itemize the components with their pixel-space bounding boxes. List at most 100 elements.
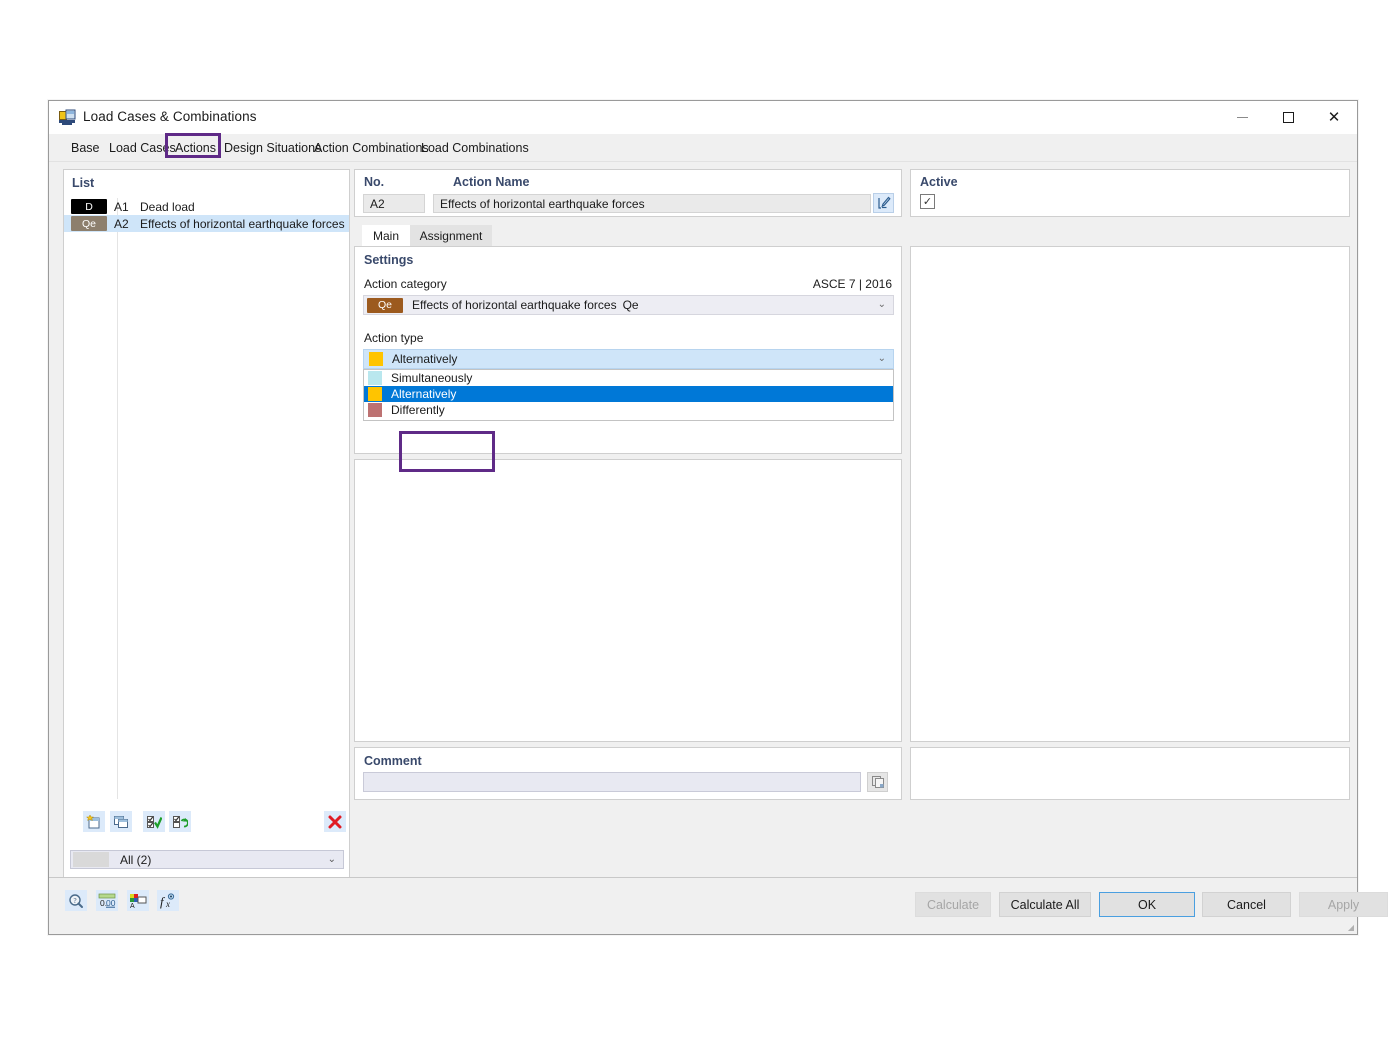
svg-text:?: ?: [73, 897, 76, 905]
copy-icon: [871, 776, 884, 788]
filter-swatch: [73, 852, 109, 867]
window-title: Load Cases & Combinations: [83, 109, 257, 124]
action-badge: Qe: [71, 216, 107, 231]
action-name-label: Action Name: [453, 175, 530, 189]
new-action-button[interactable]: [83, 811, 105, 832]
svg-text:00: 00: [106, 898, 116, 908]
action-label: Dead load: [140, 199, 195, 214]
action-badge: D: [71, 199, 107, 214]
list-header-label: List: [72, 176, 95, 190]
action-type-dropdown[interactable]: Alternatively ⌄: [363, 349, 894, 369]
action-type-options-list: Simultaneously Alternatively Differently: [363, 369, 894, 421]
no-field[interactable]: A2: [363, 194, 425, 213]
option-swatch: [368, 371, 382, 385]
settings-title: Settings: [364, 253, 414, 267]
right-empty-pane: [910, 246, 1350, 742]
red-x-icon: [328, 815, 342, 828]
action-label: Effects of horizontal earthquake forces: [140, 216, 345, 231]
load-cases-icon: [59, 109, 76, 125]
svg-text:A: A: [130, 903, 135, 909]
svg-text:x: x: [165, 899, 170, 909]
action-type-value: Alternatively: [392, 352, 458, 366]
filter-label: All (2): [120, 852, 152, 867]
select-all-button[interactable]: [143, 811, 165, 832]
dropdown-option-alternatively[interactable]: Alternatively: [364, 386, 893, 402]
duplicate-action-button[interactable]: [110, 811, 132, 832]
chevron-down-icon: ⌄: [877, 299, 886, 310]
option-swatch: [368, 403, 382, 417]
delete-action-button[interactable]: [324, 811, 346, 832]
active-checkbox[interactable]: ✓: [920, 194, 935, 209]
detail-area: No. Action Name A2 Effects of horizontal…: [354, 169, 1350, 878]
apply-button[interactable]: Apply: [1299, 892, 1388, 917]
cancel-button[interactable]: Cancel: [1202, 892, 1291, 917]
check-all-icon: [147, 815, 162, 829]
edit-action-name-button[interactable]: [873, 193, 894, 213]
identity-header-box: No. Action Name A2 Effects of horizontal…: [354, 169, 902, 217]
calculate-all-button[interactable]: Calculate All: [999, 892, 1091, 917]
category-badge: Qe: [367, 297, 403, 313]
category-suffix: Qe: [622, 298, 639, 312]
checkmark-icon: ✓: [922, 196, 933, 208]
actions-list: D A1 Dead load Qe A2 Effects of horizont…: [64, 198, 349, 232]
action-type-label: Action type: [364, 331, 424, 345]
actions-list-panel: List D A1 Dead load Qe A2 Effects of hor…: [63, 169, 350, 878]
decimal-places-icon: 0. 00: [98, 893, 116, 908]
detail-empty-pane: [354, 459, 902, 742]
comment-box: Comment: [354, 747, 902, 800]
maximize-button[interactable]: [1265, 101, 1311, 134]
comment-title: Comment: [364, 754, 422, 768]
magnifier-icon: ?: [69, 893, 83, 908]
action-category-label: Action category: [364, 277, 447, 291]
list-filter-dropdown[interactable]: All (2) ⌄: [70, 850, 344, 869]
list-divider-1: [117, 198, 118, 799]
action-name-input[interactable]: Effects of horizontal earthquake forces: [433, 194, 871, 213]
edit-pencil-icon: [877, 196, 891, 209]
category-text: Effects of horizontal earthquake forces: [412, 298, 617, 312]
dropdown-option-simultaneously[interactable]: Simultaneously: [364, 370, 893, 386]
dialog-body: List D A1 Dead load Qe A2 Effects of hor…: [49, 162, 1388, 934]
table-row[interactable]: D A1 Dead load: [64, 198, 349, 215]
ok-button[interactable]: OK: [1099, 892, 1195, 917]
option-label: Simultaneously: [391, 371, 473, 385]
color-legend-icon: A: [130, 893, 147, 909]
active-label: Active: [920, 175, 958, 189]
resize-grip[interactable]: ◢: [1348, 923, 1354, 932]
option-label: Differently: [391, 403, 445, 417]
calculate-button[interactable]: Calculate: [915, 892, 991, 917]
load-cases-combinations-dialog: Load Cases & Combinations ✕ Base Load Ca…: [48, 100, 1388, 935]
option-label: Alternatively: [391, 387, 457, 401]
copy-window-icon: [114, 815, 128, 828]
standard-label: ASCE 7 | 2016: [812, 277, 892, 291]
comment-input[interactable]: [363, 772, 861, 792]
invert-selection-button[interactable]: [169, 811, 191, 832]
tab-load-combinations[interactable]: Load Combinations: [413, 134, 537, 162]
units-button[interactable]: 0. 00: [96, 890, 118, 911]
no-label: No.: [364, 175, 385, 189]
dialog-bottom-bar: ? 0. 00 A f x Calculate Calculate All OK…: [49, 877, 1388, 934]
invert-selection-icon: [173, 815, 188, 828]
minimize-button[interactable]: [1219, 101, 1265, 134]
graphic-button[interactable]: A: [127, 890, 149, 911]
table-row[interactable]: Qe A2 Effects of horizontal earthquake f…: [64, 215, 349, 232]
option-swatch: [368, 387, 382, 401]
tab-assignment[interactable]: Assignment: [410, 225, 492, 246]
right-bottom-pane: [910, 747, 1350, 800]
list-toolbar: [64, 809, 349, 835]
info-button[interactable]: ?: [65, 890, 87, 911]
dropdown-option-differently[interactable]: Differently: [364, 402, 893, 418]
new-window-icon: [86, 814, 100, 828]
action-category-dropdown[interactable]: Qe Effects of horizontal earthquake forc…: [363, 295, 894, 315]
formula-button[interactable]: f x: [157, 890, 179, 911]
active-header-box: Active ✓: [910, 169, 1350, 217]
action-number: A1: [114, 199, 129, 214]
close-icon: ✕: [1327, 108, 1341, 126]
comment-copy-button[interactable]: [867, 772, 888, 792]
detail-tab-strip: Main Assignment: [354, 225, 1350, 246]
tab-main[interactable]: Main: [362, 225, 410, 246]
action-type-swatch: [369, 352, 383, 366]
function-icon: f x: [160, 892, 175, 909]
close-button[interactable]: ✕: [1311, 101, 1357, 134]
chevron-down-icon: ⌄: [877, 353, 886, 364]
title-bar: Load Cases & Combinations ✕: [49, 101, 1357, 134]
